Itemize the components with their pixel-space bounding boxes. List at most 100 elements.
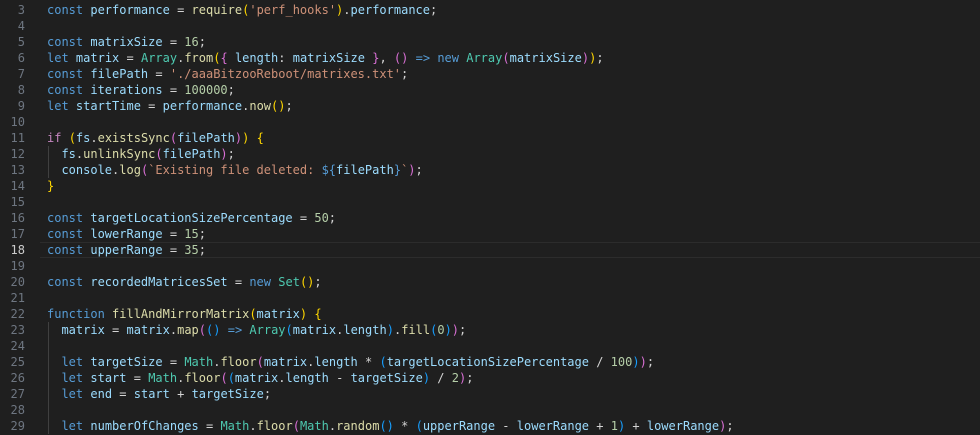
code-token: floor [256, 419, 293, 433]
code-token: ( [198, 323, 207, 337]
code-token: fillAndMirrorMatrix [112, 307, 250, 321]
code-token: = [112, 387, 134, 401]
code-token: = [162, 35, 185, 49]
code-token: ; [415, 163, 423, 177]
code-line[interactable]: 25 let targetSize = Math.floor(matrix.le… [0, 354, 980, 370]
code-line[interactable]: 19 [0, 258, 980, 274]
code-token: ; [263, 387, 272, 401]
code-token: matrix [256, 307, 300, 321]
code-token: Math [299, 419, 329, 433]
code-token: ( [68, 131, 76, 145]
code-line[interactable]: 8 const iterations = 100000; [0, 82, 980, 98]
code-token: = [162, 355, 185, 369]
code-line[interactable]: 16 const targetLocationSizePercentage = 5… [0, 210, 980, 226]
code-token: ( [502, 51, 510, 65]
line-number: 23 [10, 323, 25, 337]
code-token: upperRange [422, 419, 496, 433]
code-text: console.log(`Existing file deleted: ${fi… [47, 162, 423, 178]
code-line[interactable]: 4 [0, 18, 980, 34]
code-line[interactable]: 12 fs.unlinkSync(filePath); [0, 146, 980, 162]
code-token: iterations [90, 83, 163, 97]
code-line[interactable]: 7 const filePath = './aaaBitzooReboot/mat… [0, 66, 980, 82]
code-line[interactable]: 22 function fillAndMirrorMatrix(matrix) { [0, 306, 980, 322]
code-token: matrix [61, 323, 105, 337]
code-token: map [177, 323, 199, 337]
code-token: / [430, 371, 452, 385]
code-token: 50 [314, 211, 329, 225]
code-token: ; [198, 243, 206, 257]
code-token: filePath [90, 67, 149, 81]
code-token: const [47, 83, 84, 97]
code-line[interactable]: 17 const lowerRange = 15; [0, 226, 980, 242]
code-line[interactable]: 6 let matrix = Array.from({ length: matri… [0, 50, 980, 66]
code-token: matrixSize [509, 51, 582, 65]
code-token: new [437, 51, 459, 65]
code-token: + [589, 419, 611, 433]
code-line[interactable]: 20 const recordedMatricesSet = new Set(); [0, 274, 980, 290]
code-line[interactable]: 3 const performance = require('perf_hooks… [0, 2, 980, 18]
code-token: ) [278, 99, 286, 113]
code-token: const [47, 227, 84, 241]
code-token: random [336, 419, 380, 433]
code-token: 15 [184, 227, 199, 241]
code-token: ( [285, 323, 293, 337]
code-token: { [220, 51, 228, 65]
line-number: 28 [10, 403, 25, 417]
code-token: ( [169, 131, 178, 145]
code-token: ) [386, 419, 394, 433]
code-line[interactable]: 29 let numberOfChanges = Math.floor(Math… [0, 418, 980, 434]
code-line[interactable]: 24 [0, 338, 980, 354]
indent-guide [48, 402, 49, 418]
code-text: const targetLocationSizePercentage = 50; [47, 210, 336, 226]
code-line[interactable]: 23 matrix = matrix.map(() => Array(matri… [0, 322, 980, 338]
code-token: ( [379, 355, 387, 369]
code-editor[interactable]: 3 const performance = require('perf_hooks… [0, 0, 980, 435]
code-token: ( [379, 419, 387, 433]
code-token: Math [220, 419, 250, 433]
code-text: if (fs.existsSync(filePath)) { [47, 130, 264, 146]
code-token: lowerRange [646, 419, 720, 433]
code-token: ; [314, 275, 322, 289]
code-token: . [328, 419, 337, 433]
code-token: start [133, 387, 170, 401]
code-token: . [169, 323, 178, 337]
code-token: ; [198, 35, 206, 49]
code-token: targetLocationSizePercentage [386, 355, 589, 369]
code-line[interactable]: 21 [0, 290, 980, 306]
code-text: function fillAndMirrorMatrix(matrix) { [47, 306, 322, 322]
indent-guide [48, 338, 49, 354]
line-number: 11 [10, 131, 25, 145]
code-line[interactable]: 26 let start = Math.floor((matrix.length… [0, 370, 980, 386]
code-token: Array [466, 51, 503, 65]
line-number: 5 [17, 35, 25, 49]
line-number: 6 [17, 51, 25, 65]
code-text: } [47, 178, 54, 194]
code-token: { [314, 307, 322, 321]
code-token: } [393, 163, 402, 177]
code-token: matrix [126, 323, 170, 337]
code-line[interactable]: 11 if (fs.existsSync(filePath)) { [0, 130, 980, 146]
code-line[interactable]: 18 const upperRange = 35; [0, 242, 980, 258]
code-line[interactable]: 15 [0, 194, 980, 210]
code-line[interactable]: 14} [0, 178, 980, 194]
code-token: unlinkSync [83, 147, 156, 161]
code-token: = [292, 211, 315, 225]
code-token: ; [227, 147, 235, 161]
code-token: ) [408, 163, 416, 177]
code-token: fs [61, 147, 76, 161]
code-token: ( [256, 355, 264, 369]
code-line[interactable]: 5 const matrixSize = 16; [0, 34, 980, 50]
code-token: * [357, 355, 380, 369]
code-line[interactable]: 27 let end = start + targetSize; [0, 386, 980, 402]
line-number: 19 [10, 259, 25, 273]
code-token: fill [401, 323, 431, 337]
code-line[interactable]: 10 [0, 114, 980, 130]
code-line[interactable]: 28 [0, 402, 980, 418]
line-number: 24 [10, 339, 25, 353]
code-line[interactable]: 13 console.log(`Existing file deleted: $… [0, 162, 980, 178]
code-text: let numberOfChanges = Math.floor(Math.ra… [47, 418, 733, 434]
code-line[interactable]: 9 let startTime = performance.now(); [0, 98, 980, 114]
